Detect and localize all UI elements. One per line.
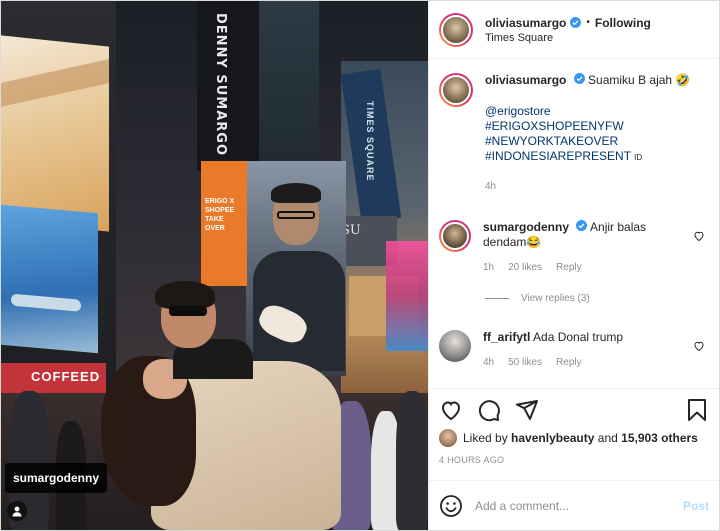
caption-line: oliviasumargo Suamiku B ajah 🤣 — [485, 73, 690, 88]
reply-button[interactable]: Reply — [556, 355, 582, 370]
comment-input[interactable] — [475, 498, 683, 513]
following-button[interactable]: Following — [595, 16, 651, 30]
post-sidebar: oliviasumargo • Following Times Square o… — [428, 1, 719, 530]
user-tag[interactable]: sumargodenny — [5, 463, 108, 493]
post-dialog: DENNY SUMARGO TIMES SQUARE SU ERIGO X SH… — [0, 0, 720, 531]
post-photo[interactable]: DENNY SUMARGO TIMES SQUARE SU ERIGO X SH… — [1, 1, 428, 530]
heart-icon[interactable] — [693, 230, 705, 242]
hashtag-link[interactable]: #INDONESIAREPRESENT — [485, 149, 631, 163]
reply-button[interactable]: Reply — [556, 260, 582, 275]
caption-time[interactable]: 4h — [485, 179, 690, 194]
tower-sign-text: DENNY SUMARGO — [213, 13, 228, 157]
verified-icon — [573, 73, 585, 84]
actions-bar: Liked by havenlybeauty and 15,903 others… — [429, 388, 719, 480]
caption-text: Suamiku B ajah 🤣 — [588, 73, 691, 87]
caption-username[interactable]: oliviasumargo — [485, 73, 566, 87]
comment-time[interactable]: 4h — [483, 355, 494, 370]
liker-username[interactable]: havenlybeauty — [511, 431, 594, 445]
comment-body: ff_arifytl Ada Donal trump 4h 50 likes R… — [483, 330, 663, 370]
share-icon[interactable] — [515, 398, 539, 422]
likes-prefix: Liked by — [463, 431, 508, 445]
caption: oliviasumargo Suamiku B ajah 🤣 @erigosto… — [439, 73, 709, 194]
emoji-icon[interactable] — [439, 494, 463, 518]
hashtag-link[interactable]: #NEWYORKTAKEOVER — [485, 134, 690, 149]
billboard-screen-top-left — [1, 35, 109, 232]
likes-summary: Liked by havenlybeauty and 15,903 others — [439, 429, 709, 447]
comment-text: Ada Donal trump — [533, 330, 624, 344]
caption-body: oliviasumargo Suamiku B ajah 🤣 @erigosto… — [485, 73, 690, 194]
comment-item: sumargodenny Anjir balas dendam😂 1h 20 l… — [439, 220, 709, 275]
heart-icon[interactable] — [439, 398, 463, 422]
location-link[interactable]: Times Square — [485, 32, 651, 44]
billboard-screen-blue — [1, 204, 98, 354]
man-sunglasses — [169, 306, 207, 316]
times-square-sign-text: TIMES SQUARE — [365, 101, 375, 182]
action-icons — [439, 395, 709, 425]
likes-count[interactable]: 15,903 others — [621, 431, 698, 445]
comment-username[interactable]: sumargodenny — [483, 220, 569, 234]
comments-section: oliviasumargo Suamiku B ajah 🤣 @erigosto… — [429, 59, 719, 388]
likes-and: and — [597, 431, 618, 445]
neon-sign — [386, 241, 428, 351]
post-button[interactable]: Post — [683, 499, 709, 513]
man-hair — [155, 281, 215, 309]
caption-hashtags: @erigostore #ERIGOXSHOPEENYFW #NEWYORKTA… — [485, 104, 690, 165]
view-replies-button[interactable]: View replies (3) — [485, 293, 709, 304]
comment-icon[interactable] — [477, 398, 501, 422]
avatar[interactable] — [439, 12, 473, 47]
comment-avatar[interactable] — [439, 220, 471, 252]
comment-item: ff_arifytl Ada Donal trump 4h 50 likes R… — [439, 330, 709, 370]
comment-avatar[interactable] — [439, 330, 471, 362]
header-username[interactable]: oliviasumargo — [485, 16, 566, 30]
view-replies-line — [485, 298, 509, 299]
liker-avatar[interactable] — [439, 429, 457, 447]
comment-body: sumargodenny Anjir balas dendam😂 1h 20 l… — [483, 220, 663, 275]
post-header: oliviasumargo • Following Times Square — [429, 1, 719, 59]
comment-likes[interactable]: 20 likes — [508, 260, 542, 275]
tower-sign — [197, 1, 259, 171]
orange-billboard-text: ERIGO X SHOPEE TAKE OVER — [205, 198, 235, 232]
comment-username[interactable]: ff_arifytl — [483, 330, 530, 344]
hashtag-link[interactable]: #ERIGOXSHOPEENYFW — [485, 119, 690, 134]
comment-likes[interactable]: 50 likes — [508, 355, 542, 370]
caption-avatar[interactable] — [439, 73, 473, 107]
verified-icon — [576, 220, 588, 231]
header-separator: • — [586, 17, 590, 28]
header-info: oliviasumargo • Following Times Square — [485, 16, 651, 44]
post-timestamp[interactable]: 4 HOURS AGO — [439, 455, 709, 465]
person-icon[interactable] — [7, 501, 27, 521]
billboard-man-hair — [271, 183, 321, 203]
comment-meta: 4h 50 likes Reply — [483, 355, 663, 370]
mention-link[interactable]: @erigostore — [485, 104, 690, 119]
view-replies-label: View replies (3) — [521, 293, 590, 304]
save-icon[interactable] — [685, 398, 709, 422]
comment-meta: 1h 20 likes Reply — [483, 260, 663, 275]
add-comment-bar: Post — [429, 480, 719, 530]
comment-time[interactable]: 1h — [483, 260, 494, 275]
building-glass — [259, 1, 319, 176]
verified-icon — [570, 17, 582, 28]
caption-suffix: ID — [634, 153, 643, 162]
header-top: oliviasumargo • Following — [485, 16, 651, 30]
billboard-man-glasses — [277, 211, 315, 219]
heart-icon[interactable] — [693, 340, 705, 352]
